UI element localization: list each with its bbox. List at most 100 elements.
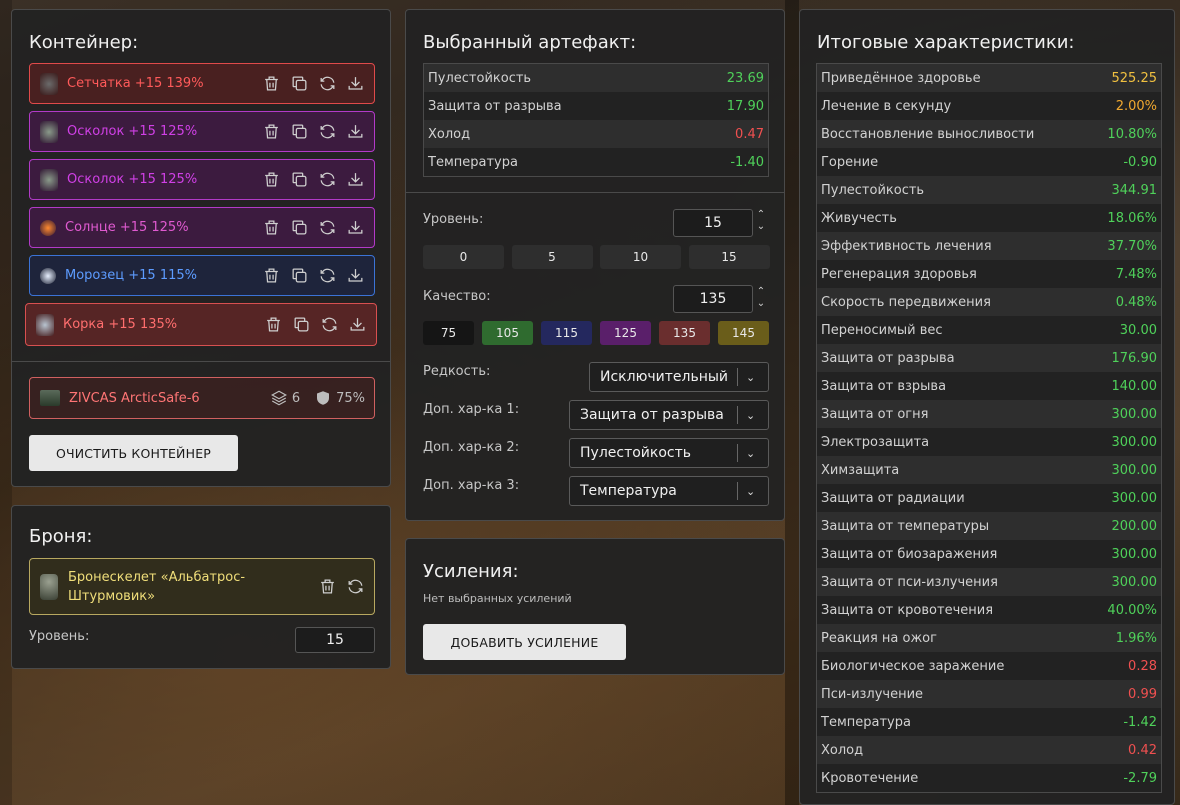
refresh-icon[interactable] [320, 315, 339, 334]
stat-value: 300.00 [1111, 462, 1158, 478]
copy-icon[interactable] [290, 266, 309, 285]
artifact-name: Осколок +15 125% [67, 172, 198, 187]
select-separator [737, 482, 738, 500]
trash-icon[interactable] [262, 218, 281, 237]
artifact-actions [262, 122, 365, 141]
level-preset-button[interactable]: 10 [600, 245, 681, 269]
stat-row: Горение -0.90 [817, 148, 1161, 176]
armor-item[interactable]: Бронескелет «Альбатрос-Штурмовик» [29, 558, 375, 615]
stat-value: -1.42 [1123, 714, 1157, 730]
armor-level-input[interactable]: 15 [295, 627, 375, 653]
clear-container-button[interactable]: ОЧИСТИТЬ КОНТЕЙНЕР [29, 435, 238, 471]
quality-preset-button[interactable]: 135 [659, 321, 710, 345]
quality-preset-button[interactable]: 115 [541, 321, 592, 345]
armor-icon [40, 573, 58, 600]
quality-preset-button[interactable]: 145 [718, 321, 769, 345]
refresh-icon[interactable] [318, 266, 337, 285]
artifact-actions [262, 74, 365, 93]
level-label: Уровень: [423, 212, 484, 227]
totals-title: Итоговые характеристики: [817, 32, 1075, 53]
stat-row: Пулестойкость 23.69 [424, 64, 768, 92]
trash-icon[interactable] [264, 315, 283, 334]
add-boost-button[interactable]: ДОБАВИТЬ УСИЛЕНИЕ [423, 624, 626, 660]
quality-preset-button[interactable]: 105 [482, 321, 533, 345]
artifact-stats-table: Пулестойкость 23.69 Защита от разрыва 17.90… [423, 63, 769, 177]
stat-value: 300.00 [1111, 434, 1158, 450]
stat-row: Холод 0.42 [817, 736, 1161, 764]
container-panel: Контейнер: Сетчатка +15 139% Осколок +15 … [11, 9, 391, 487]
artifact-icon [40, 219, 56, 236]
quality-preset-button[interactable]: 75 [423, 321, 474, 345]
suit-icon [40, 390, 60, 406]
refresh-icon[interactable] [318, 170, 337, 189]
level-preset-button[interactable]: 0 [423, 245, 504, 269]
suit-protection: 75% [336, 390, 365, 406]
stat-value: -1.40 [730, 154, 764, 170]
container-artifact-row[interactable]: Осколок +15 125% [29, 159, 375, 200]
container-suit[interactable]: ZIVCAS ArcticSafe-6 6 75% [29, 377, 375, 419]
level-preset-button[interactable]: 5 [511, 245, 593, 269]
trash-icon[interactable] [262, 170, 281, 189]
stat-value: 0.42 [1128, 742, 1157, 758]
background-stripe [785, 0, 799, 805]
artifact-actions [262, 266, 365, 285]
container-artifact-row[interactable]: Солнце +15 125% [29, 207, 375, 248]
copy-icon[interactable] [290, 74, 309, 93]
download-icon[interactable] [346, 170, 365, 189]
level-preset-button[interactable]: 15 [688, 245, 770, 269]
stat-value: 0.99 [1128, 686, 1157, 702]
stat-label: Переносимый вес [821, 322, 943, 338]
quality-preset-button[interactable]: 125 [600, 321, 651, 345]
quality-input[interactable]: 135 [673, 285, 753, 313]
stat-label: Электрозащита [821, 434, 930, 450]
stat-value: 30.00 [1119, 322, 1157, 338]
extra1-value: Защита от разрыва [580, 407, 724, 423]
boost-panel: Усиления: Нет выбранных усилений ДОБАВИТ… [405, 538, 785, 675]
container-artifact-row[interactable]: Морозец +15 115% [29, 255, 375, 296]
artifact-icon [40, 267, 56, 284]
stat-row: Переносимый вес 30.00 [817, 316, 1161, 344]
download-icon[interactable] [346, 122, 365, 141]
refresh-icon[interactable] [318, 122, 337, 141]
stat-label: Защита от температуры [821, 518, 990, 534]
download-icon[interactable] [346, 266, 365, 285]
refresh-icon[interactable] [346, 577, 365, 596]
refresh-icon[interactable] [318, 74, 337, 93]
trash-icon[interactable] [262, 74, 281, 93]
container-artifact-row[interactable]: Корка +15 135% [25, 303, 377, 346]
copy-icon[interactable] [292, 315, 311, 334]
stat-label: Температура [428, 154, 518, 170]
stat-row: Защита от радиации 300.00 [817, 484, 1161, 512]
stat-row: Реакция на ожог 1.96% [817, 624, 1161, 652]
extra2-select[interactable]: Пулестойкость ⌄ [569, 438, 769, 468]
rarity-value: Исключительный [600, 369, 729, 385]
select-separator [737, 444, 738, 462]
stat-value: 0.47 [735, 126, 764, 142]
extra2-value: Пулестойкость [580, 445, 692, 461]
container-artifact-row[interactable]: Сетчатка +15 139% [29, 63, 375, 104]
copy-icon[interactable] [290, 218, 309, 237]
stat-value: 0.28 [1128, 658, 1157, 674]
level-input[interactable]: 15 [673, 209, 753, 237]
trash-icon[interactable] [318, 577, 337, 596]
rarity-select[interactable]: Исключительный ⌄ [589, 362, 769, 392]
refresh-icon[interactable] [318, 218, 337, 237]
copy-icon[interactable] [290, 170, 309, 189]
stat-value: 0.48% [1115, 294, 1157, 310]
quality-spinner[interactable]: ⌃ ⌄ [756, 286, 766, 310]
stat-label: Реакция на ожог [821, 630, 937, 646]
extra3-select[interactable]: Температура ⌄ [569, 476, 769, 506]
extra1-select[interactable]: Защита от разрыва ⌄ [569, 400, 769, 430]
container-artifact-row[interactable]: Осколок +15 125% [29, 111, 375, 152]
download-icon[interactable] [348, 315, 367, 334]
stat-label: Температура [821, 714, 911, 730]
stat-value: -2.79 [1123, 770, 1157, 786]
trash-icon[interactable] [262, 266, 281, 285]
rarity-label: Редкость: [423, 364, 491, 379]
copy-icon[interactable] [290, 122, 309, 141]
stat-label: Живучесть [821, 210, 897, 226]
download-icon[interactable] [346, 74, 365, 93]
level-spinner[interactable]: ⌃ ⌄ [756, 209, 766, 233]
download-icon[interactable] [346, 218, 365, 237]
trash-icon[interactable] [262, 122, 281, 141]
